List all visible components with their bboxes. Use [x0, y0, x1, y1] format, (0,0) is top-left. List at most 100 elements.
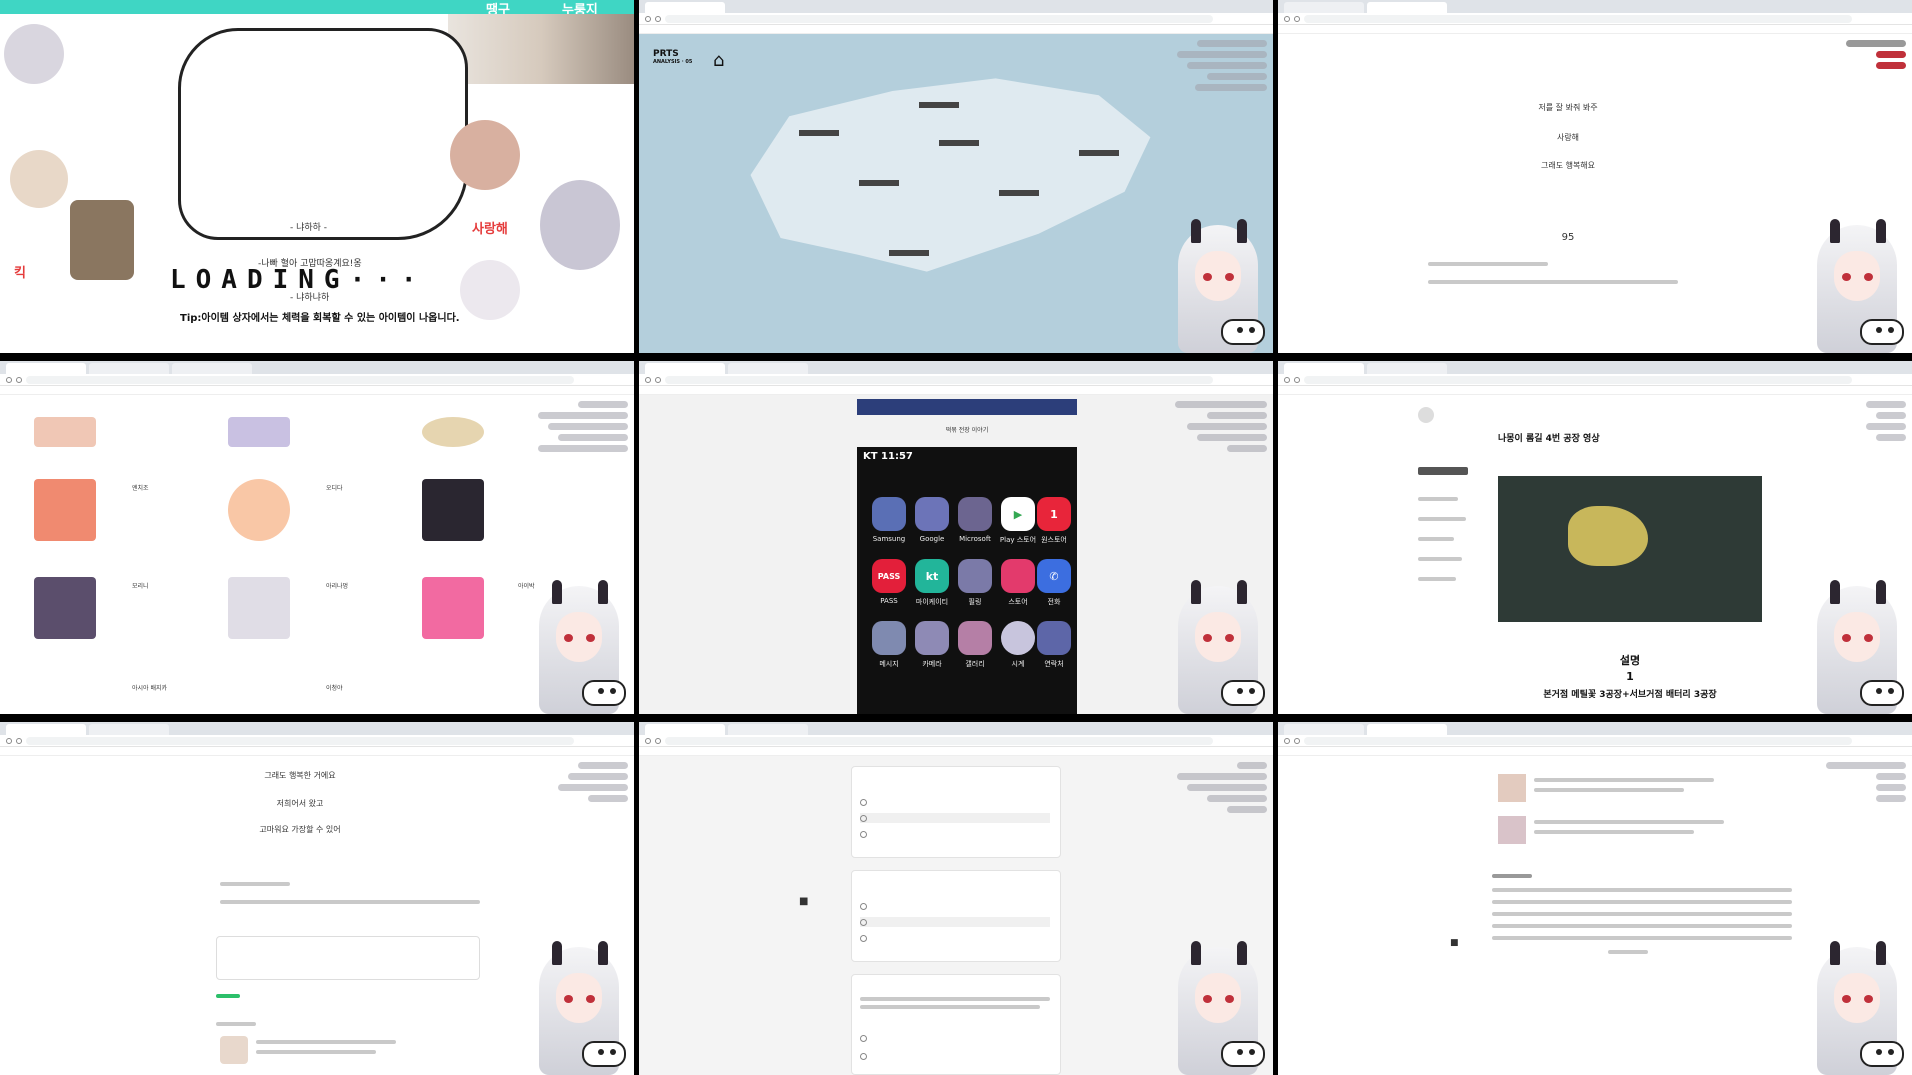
browser-tab[interactable] — [645, 363, 725, 374]
pass-icon[interactable]: PASS — [872, 559, 906, 593]
back-icon[interactable] — [645, 737, 651, 744]
browser-tab[interactable] — [172, 363, 252, 374]
video-player[interactable] — [1498, 476, 1762, 622]
register-button[interactable] — [216, 994, 240, 998]
store-icon[interactable] — [1001, 559, 1035, 593]
list-row[interactable] — [1492, 900, 1792, 904]
url-field[interactable] — [1304, 736, 1852, 745]
pagination[interactable] — [1608, 950, 1648, 954]
pet-photo — [448, 14, 634, 84]
map-node[interactable] — [859, 180, 899, 186]
menu-item[interactable] — [1418, 517, 1466, 521]
emoticon-thumb[interactable] — [228, 577, 290, 639]
back-icon[interactable] — [6, 376, 12, 383]
emoticon-thumb[interactable] — [34, 577, 96, 639]
emoticon-thumb[interactable] — [422, 577, 484, 639]
browser-tab[interactable] — [1367, 724, 1447, 735]
map-node[interactable] — [799, 130, 839, 136]
url-field[interactable] — [665, 14, 1213, 23]
browser-tab[interactable] — [728, 363, 808, 374]
emoticon-thumb[interactable] — [228, 479, 290, 541]
emoticon-thumb[interactable] — [422, 479, 484, 541]
clock-icon[interactable] — [1001, 621, 1035, 655]
list-row[interactable] — [1492, 912, 1792, 916]
radio-option[interactable] — [860, 829, 1050, 839]
emoticon-thumb[interactable] — [228, 417, 290, 447]
comment-thumb — [1498, 816, 1526, 844]
emoticon-thumb[interactable] — [34, 417, 96, 447]
browser-tab[interactable] — [1284, 363, 1364, 374]
url-field[interactable] — [1304, 375, 1852, 384]
radio-option[interactable] — [860, 797, 1050, 807]
message-icon[interactable] — [872, 621, 906, 655]
play-store-icon[interactable]: ▶ — [1001, 497, 1035, 531]
radio-option[interactable] — [860, 813, 1050, 823]
home-icon[interactable]: ⌂ — [713, 50, 724, 71]
forward-icon[interactable] — [1294, 15, 1300, 22]
onestore-icon[interactable]: 1 — [1037, 497, 1071, 531]
browser-tab[interactable] — [1284, 2, 1364, 13]
menu-item[interactable] — [1418, 557, 1462, 561]
radio-option[interactable] — [860, 901, 1050, 911]
app-icon[interactable] — [958, 559, 992, 593]
phone-icon[interactable]: ✆ — [1037, 559, 1071, 593]
url-field[interactable] — [26, 736, 574, 745]
back-icon[interactable] — [1284, 15, 1290, 22]
browser-tab[interactable] — [645, 2, 725, 13]
emoticon-thumb[interactable] — [34, 479, 96, 541]
contacts-icon[interactable] — [1037, 621, 1071, 655]
emoticon-thumb[interactable] — [422, 417, 484, 447]
list-row[interactable] — [1492, 888, 1792, 892]
samsung-folder-icon[interactable] — [872, 497, 906, 531]
map-node[interactable] — [999, 190, 1039, 196]
microsoft-folder-icon[interactable] — [958, 497, 992, 531]
kt-icon[interactable]: kt — [915, 559, 949, 593]
browser-tab[interactable] — [1367, 2, 1447, 13]
write-button[interactable] — [1418, 467, 1468, 475]
url-field[interactable] — [665, 736, 1213, 745]
back-icon[interactable] — [645, 15, 651, 22]
back-icon[interactable] — [645, 376, 651, 383]
radio-option[interactable] — [860, 1033, 1050, 1043]
url-field[interactable] — [665, 375, 1213, 384]
back-icon[interactable] — [1284, 376, 1290, 383]
radio-option[interactable] — [860, 917, 1050, 927]
browser-tab[interactable] — [1284, 724, 1364, 735]
list-row[interactable] — [1492, 924, 1792, 928]
emoticon-title: 아시아 배지카 — [132, 685, 168, 692]
forward-icon[interactable] — [1294, 737, 1300, 744]
back-icon[interactable] — [1284, 737, 1290, 744]
map-panel: PRTS ANALYSIS · 05 ⌂ — [639, 0, 1273, 353]
browser-tab[interactable] — [728, 724, 808, 735]
menu-item[interactable] — [1418, 537, 1454, 541]
forward-icon[interactable] — [16, 376, 22, 383]
radio-option[interactable] — [860, 1051, 1050, 1061]
menu-item[interactable] — [1418, 497, 1458, 501]
forward-icon[interactable] — [1294, 376, 1300, 383]
browser-tab[interactable] — [89, 724, 169, 735]
forward-icon[interactable] — [16, 737, 22, 744]
forward-icon[interactable] — [655, 15, 661, 22]
browser-tab[interactable] — [645, 724, 725, 735]
browser-tab[interactable] — [89, 363, 169, 374]
forward-icon[interactable] — [655, 737, 661, 744]
menu-item[interactable] — [1418, 577, 1456, 581]
camera-icon[interactable] — [915, 621, 949, 655]
radio-option[interactable] — [860, 933, 1050, 943]
browser-tab[interactable] — [6, 363, 86, 374]
map-node[interactable] — [889, 250, 929, 256]
url-field[interactable] — [1304, 14, 1852, 23]
comment-input[interactable] — [216, 936, 480, 980]
browser-tab[interactable] — [1367, 363, 1447, 374]
back-icon[interactable] — [6, 737, 12, 744]
browser-tab[interactable] — [6, 724, 86, 735]
gallery-icon[interactable] — [958, 621, 992, 655]
map-node[interactable] — [939, 140, 979, 146]
map-node[interactable] — [1079, 150, 1119, 156]
url-field[interactable] — [26, 375, 574, 384]
question-text — [860, 997, 1050, 1001]
map-node[interactable] — [919, 102, 959, 108]
forward-icon[interactable] — [655, 376, 661, 383]
list-row[interactable] — [1492, 936, 1792, 940]
google-folder-icon[interactable] — [915, 497, 949, 531]
